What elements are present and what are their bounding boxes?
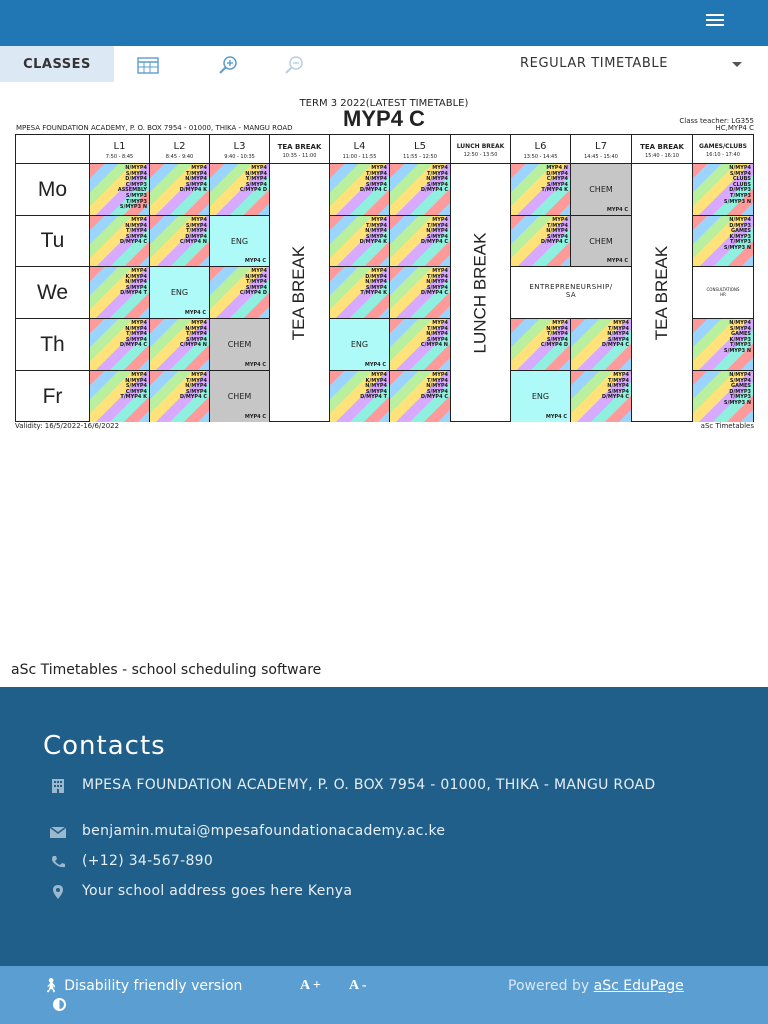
lesson-cell[interactable]: N/MYP4 S/MYP4 GAMES K/MYP3 T/MYP3 S/MYP3… — [693, 319, 753, 371]
chevron-down-icon[interactable] — [732, 62, 742, 67]
lesson-cell[interactable]: MYP4 T/MYP4 N/MYP4 S/MYP4 D/MYP4 C — [571, 319, 632, 371]
lesson-cell[interactable]: MYP4 T/MYP4 N/MYP4 S/MYP4 D/MYP4 C — [571, 371, 632, 422]
lesson-cell[interactable]: MYP4 N/MYP4 T/MYP4 S/MYP4 D/MYP4 C — [90, 216, 150, 267]
period-header: LUNCH BREAK 12:50 - 13:50 — [451, 135, 511, 164]
lesson-cell[interactable]: MYP4 T/MYP4 N/MYP4 S/MYP4 C/MYP4 N — [390, 319, 451, 371]
lesson-cell[interactable]: ENTREPRENEURSHIP/ SA — [511, 267, 632, 319]
lesson-cell[interactable]: CHEM MYP4 C — [571, 216, 632, 267]
period-header: TEA BREAK 10:35 - 11:00 — [270, 135, 330, 164]
lesson-cell[interactable]: MYP4 N/MYP4 T/MYP4 S/MYP4 C/MYP4 D — [511, 319, 571, 371]
bottom-bar: 🚶︎ Disability friendly version A + A - P… — [0, 966, 768, 1024]
lunch-break-column: LUNCH BREAK — [451, 164, 511, 422]
lesson-cell[interactable]: N/MYP4 S/MYP4 GAMES D/MYP3 T/MYP3 S/MYP3… — [693, 371, 753, 422]
lesson-cell[interactable]: MYP4 T/MYP4 N/MYP4 S/MYP4 D/MYP4 K — [330, 216, 390, 267]
lesson-cell[interactable]: N/MYP4 S/MYP4 D/MYP4 C/MYP3 ASSEMBLY S/M… — [90, 164, 150, 216]
menu-icon[interactable] — [706, 14, 724, 28]
lesson-cell[interactable]: ENG MYP4 C — [330, 319, 390, 371]
contacts-section: Contacts MPESA FOUNDATION ACADEMY, P. O.… — [0, 687, 768, 966]
classes-tab[interactable]: CLASSES — [0, 46, 114, 82]
lesson-cell[interactable]: MYP4 T/MYP4 N/MYP4 S/MYP4 D/MYP4 C — [390, 267, 451, 319]
lesson-cell[interactable]: MYP4 T/MYP4 N/MYP4 S/MYP4 D/MYP4 C — [390, 164, 451, 216]
lesson-cell[interactable]: MYP4 S/MYP4 T/MYP4 D/MYP4 C/MYP4 N — [150, 216, 210, 267]
contrast-icon[interactable] — [53, 998, 66, 1011]
lesson-cell[interactable]: MYP4 T/MYP4 N/MYP4 S/MYP4 D/MYP4 C — [150, 371, 210, 422]
lesson-cell[interactable]: MYP4 N D/MYP4 C/MYP4 S/MYP4 T/MYP4 K — [511, 164, 571, 216]
lesson-cell[interactable]: N/MYP4 D/MYP3 GAMES K/MYP3 T/MYP3 S/MYP3… — [693, 216, 753, 267]
disability-version-link[interactable]: 🚶︎ Disability friendly version — [42, 978, 242, 994]
period-header: L7 14:45 - 15:40 — [571, 135, 632, 164]
accessibility-icon: 🚶︎ — [42, 978, 65, 994]
lesson-cell[interactable]: CONSULTATIONS HR — [693, 267, 753, 319]
lesson-cell[interactable]: CHEM MYP4 C — [210, 371, 270, 422]
period-header: L5 11:55 - 12:50 — [390, 135, 451, 164]
lesson-cell[interactable]: MYP4 T/MYP4 N/MYP4 S/MYP4 D/MYP4 K — [150, 164, 210, 216]
lesson-cell[interactable]: MYP4 T/MYP4 N/MYP4 S/MYP4 D/MYP4 C — [511, 216, 571, 267]
zoom-in-icon[interactable] — [217, 55, 241, 75]
edupage-link[interactable]: aSc EduPage — [594, 978, 684, 994]
font-increase-button[interactable]: A + — [300, 978, 321, 994]
mail-icon — [50, 826, 66, 838]
class-code: HC,MYP4 C — [715, 124, 754, 132]
zoom-out-icon[interactable] — [283, 55, 307, 75]
building-icon — [52, 779, 64, 793]
period-header: L2 8:45 - 9:40 — [150, 135, 210, 164]
lesson-cell[interactable]: ENG MYP4 C — [511, 371, 571, 422]
font-decrease-button[interactable]: A - — [349, 978, 367, 994]
lesson-cell[interactable]: MYP4 N/MYP4 T/MYP4 S/MYP4 C/MYP4 D — [210, 164, 270, 216]
corner-header — [16, 135, 90, 164]
period-header: L4 11:00 - 11:55 — [330, 135, 390, 164]
lesson-cell[interactable]: MYP4 N/MYP4 T/MYP4 S/MYP4 C/MYP4 N — [150, 319, 210, 371]
generator-text: aSc Timetables — [700, 422, 754, 430]
period-header: GAMES/CLUBS 16:10 - 17:40 — [693, 135, 753, 164]
timetable-grid: L1 7:50 - 8:45 L2 8:45 - 9:40 L3 9:40 - 10:… — [15, 134, 754, 422]
timetable-document: TERM 3 2022(LATEST TIMETABLE) MYP4 C MPE… — [14, 98, 754, 438]
lesson-cell[interactable]: N/MYP4 S/MYP4 CLUBS CLUBS D/MYP3 T/MYP3 … — [693, 164, 753, 216]
top-bar — [0, 0, 768, 46]
lesson-cell[interactable]: ENG MYP4 C — [150, 267, 210, 319]
period-header: L3 9:40 - 10:35 — [210, 135, 270, 164]
day-label: Mo — [16, 164, 90, 216]
lesson-cell[interactable]: MYP4 N/MYP4 T/MYP4 S/MYP4 D/MYP4 C — [90, 319, 150, 371]
lesson-cell[interactable]: MYP4 T/MYP4 N/MYP4 S/MYP4 D/MYP4 C — [390, 371, 451, 422]
lesson-cell[interactable]: MYP4 T/MYP4 N/MYP4 S/MYP4 D/MYP4 C — [390, 216, 451, 267]
lesson-cell[interactable]: CHEM MYP4 C — [571, 164, 632, 216]
lesson-cell[interactable]: MYP4 K/MYP4 N/MYP4 S/MYP4 D/MYP4 T — [90, 267, 150, 319]
lesson-cell[interactable]: MYP4 D/MYP4 N/MYP4 S/MYP4 T/MYP4 K — [330, 267, 390, 319]
period-header: L1 7:50 - 8:45 — [90, 135, 150, 164]
validity-text: Validity: 16/5/2022-16/6/2022 — [15, 422, 120, 430]
lesson-cell[interactable]: MYP4 N/MYP4 T/MYP4 S/MYP4 C/MYP4 D — [210, 267, 270, 319]
timetable-select[interactable]: REGULAR TIMETABLE — [520, 56, 668, 71]
pin-icon — [53, 885, 63, 899]
lesson-cell[interactable]: ENG MYP4 C — [210, 216, 270, 267]
lesson-cell[interactable]: MYP4 N/MYP4 S/MYP4 C/MYP4 T/MYP4 K — [90, 371, 150, 422]
day-label: Fr — [16, 371, 90, 422]
day-label: Tu — [16, 216, 90, 267]
contacts-heading: Contacts — [43, 731, 166, 761]
toolbar: CLASSES REGULAR TIMETABLE — [0, 46, 768, 84]
day-label: Th — [16, 319, 90, 371]
period-header: L6 13:50 - 14:45 — [511, 135, 571, 164]
tea-break-column: TEA BREAK — [270, 164, 330, 422]
lesson-cell[interactable]: MYP4 T/MYP4 N/MYP4 S/MYP4 D/MYP4 C — [330, 164, 390, 216]
school-name: MPESA FOUNDATION ACADEMY, P. O. BOX 7954… — [16, 124, 293, 132]
lesson-cell[interactable]: CHEM MYP4 C — [210, 319, 270, 371]
lesson-cell[interactable]: MYP4 K/MYP4 N/MYP4 S/MYP4 D/MYP4 T — [330, 371, 390, 422]
tea-break-column: TEA BREAK — [632, 164, 693, 422]
powered-by: Powered by aSc EduPage — [508, 978, 684, 994]
calendar-icon[interactable] — [136, 55, 160, 75]
day-label: We — [16, 267, 90, 319]
period-header: TEA BREAK 15:40 - 16:10 — [632, 135, 693, 164]
software-line[interactable]: aSc Timetables - school scheduling softw… — [11, 662, 321, 678]
phone-icon — [52, 856, 65, 868]
